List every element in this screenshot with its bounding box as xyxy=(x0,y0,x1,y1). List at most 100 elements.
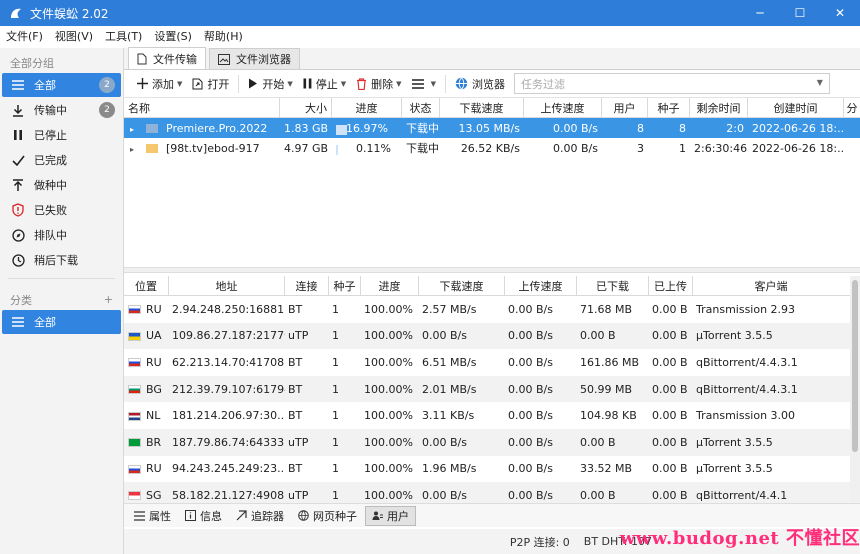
peer-down-speed: 3.11 KB/s xyxy=(422,409,475,423)
col-name[interactable]: 名称 xyxy=(124,98,280,117)
tab-peers[interactable]: 用户 xyxy=(365,505,416,526)
tab-file-transfer[interactable]: 文件传输 xyxy=(128,47,206,69)
col-users[interactable]: 用户 xyxy=(602,98,648,117)
task-row[interactable]: ▸ Premiere.Pro.2022 1.83 GB 16.97% 下载中 1… xyxy=(124,118,860,138)
close-button[interactable]: ✕ xyxy=(820,0,860,26)
peer-row[interactable]: BG 212.39.79.107:61794 BT 1 100.00% 2.01 MB/s… xyxy=(124,375,860,403)
sidebar-item-label: 排队中 xyxy=(34,229,67,242)
peer-client: Transmission 3.00 xyxy=(696,409,796,423)
col-client[interactable]: 客户端 xyxy=(693,276,849,295)
tab-trackers[interactable]: 追踪器 xyxy=(230,506,290,526)
add-button[interactable]: 添加 ▼ xyxy=(132,72,187,96)
open-button[interactable]: 打开 xyxy=(187,72,234,96)
col-seed[interactable]: 种子 xyxy=(329,276,361,295)
delete-button[interactable]: 删除 ▼ xyxy=(351,72,406,96)
tab-file-browser[interactable]: 文件浏览器 xyxy=(209,48,300,69)
peer-uploaded: 0.00 B xyxy=(652,409,688,423)
tab-web-seeds[interactable]: 网页种子 xyxy=(292,506,363,526)
menu-file[interactable]: 文件(F) xyxy=(0,26,49,48)
peer-table: 位置 地址 连接 种子 进度 下载速度 上传速度 已下载 已上传 客户端 RU 2… xyxy=(124,276,860,509)
sidebar-item-stopped[interactable]: 已停止 xyxy=(2,123,121,147)
delete-label: 删除 xyxy=(371,77,394,91)
task-size: 1.83 GB xyxy=(284,121,329,135)
maximize-button[interactable]: ☐ xyxy=(780,0,820,26)
task-status: 下载中 xyxy=(406,122,439,135)
menu-help[interactable]: 帮助(H) xyxy=(198,26,249,48)
sidebar-item-completed[interactable]: 已完成 xyxy=(2,148,121,172)
sidebar-item-queued[interactable]: 排队中 xyxy=(2,223,121,247)
minimize-button[interactable]: ─ xyxy=(740,0,780,26)
col-up-speed[interactable]: 上传速度 xyxy=(524,98,602,117)
sidebar-item-all[interactable]: 全部 2 xyxy=(2,73,121,97)
chevron-down-icon: ▼ xyxy=(287,79,293,88)
task-down-speed: 13.05 MB/s xyxy=(458,121,520,135)
p2p-connections: P2P 连接: 0 xyxy=(509,535,570,549)
country-code: BG xyxy=(146,382,162,396)
peer-seed: 1 xyxy=(332,435,339,449)
peer-scrollbar[interactable] xyxy=(850,276,860,502)
scrollbar-thumb[interactable] xyxy=(852,280,858,452)
peer-row[interactable]: NL 181.214.206.97:30... BT 1 100.00% 3.11 KB/… xyxy=(124,402,860,429)
peer-connection: BT xyxy=(288,409,303,423)
peer-progress: 100.00% xyxy=(364,409,413,423)
col-location[interactable]: 位置 xyxy=(124,276,169,295)
sidebar-item-seeding[interactable]: 做种中 xyxy=(2,173,121,197)
task-name: Premiere.Pro.2022 xyxy=(166,121,268,135)
chevron-down-icon[interactable]: ▼ xyxy=(817,78,823,87)
tab-properties[interactable]: 属性 xyxy=(128,506,177,526)
col-connection[interactable]: 连接 xyxy=(285,276,329,295)
expand-arrow-icon[interactable]: ▸ xyxy=(130,145,134,154)
col-created[interactable]: 创建时间 xyxy=(748,98,844,117)
play-icon xyxy=(248,78,258,89)
peer-row[interactable]: UA 109.86.27.187:21770 uTP 1 100.00% 0.00 B/s… xyxy=(124,322,860,350)
col-size[interactable]: 大小 xyxy=(280,98,332,117)
task-filter-input[interactable]: 任务过滤 ▼ xyxy=(513,73,830,94)
tab-info[interactable]: 信息 xyxy=(179,506,228,526)
sidebar-item-downloading[interactable]: 传输中 2 xyxy=(2,98,121,122)
col-up-speed[interactable]: 上传速度 xyxy=(505,276,577,295)
country-code: RU xyxy=(146,462,162,476)
col-down-speed[interactable]: 下载速度 xyxy=(440,98,524,117)
sidebar-category-all[interactable]: 全部 xyxy=(2,310,121,334)
menu-view[interactable]: 视图(V) xyxy=(49,26,99,48)
peer-progress: 100.00% xyxy=(364,488,413,502)
task-up-speed: 0.00 B/s xyxy=(553,141,598,155)
col-progress[interactable]: 进度 xyxy=(361,276,419,295)
browser-button[interactable]: 浏览器 xyxy=(450,72,510,96)
peer-address: 94.243.245.249:23... xyxy=(172,462,285,476)
start-button[interactable]: 开始 ▼ xyxy=(243,72,297,96)
col-address[interactable]: 地址 xyxy=(169,276,285,295)
flag-ru-icon xyxy=(128,464,141,474)
peer-row[interactable]: RU 94.243.245.249:23... BT 1 100.00% 1.96 MB/… xyxy=(124,456,860,483)
task-row[interactable]: ▸ [98t.tv]ebod-917 4.97 GB 0.11% 下载中 26.… xyxy=(124,138,860,158)
more-menu-button[interactable]: ▼ xyxy=(407,72,441,96)
sidebar-item-later[interactable]: 稍后下载 xyxy=(2,248,121,272)
menu-tools[interactable]: 工具(T) xyxy=(99,26,148,48)
col-down-speed[interactable]: 下载速度 xyxy=(419,276,505,295)
col-status[interactable]: 状态 xyxy=(402,98,440,117)
peer-location: RU xyxy=(124,303,169,316)
expand-arrow-icon[interactable]: ▸ xyxy=(130,125,134,134)
col-uploaded[interactable]: 已上传 xyxy=(649,276,693,295)
sidebar-item-failed[interactable]: 已失败 xyxy=(2,198,121,222)
peer-downloaded: 0.00 B xyxy=(580,329,616,343)
panel-splitter[interactable] xyxy=(124,267,860,273)
peer-up-speed: 0.00 B/s xyxy=(508,382,553,396)
peer-row[interactable]: RU 62.213.14.70:41708 BT 1 100.00% 6.51 MB/s 0… xyxy=(124,349,860,376)
menu-settings[interactable]: 设置(S) xyxy=(148,26,198,48)
peer-location: UA xyxy=(124,329,169,342)
stop-button[interactable]: 停止 ▼ xyxy=(298,72,351,96)
col-seeds[interactable]: 种子 xyxy=(648,98,690,117)
peer-uploaded: 0.00 B xyxy=(652,355,688,369)
col-downloaded[interactable]: 已下载 xyxy=(577,276,649,295)
tab-bar: 文件传输 文件浏览器 xyxy=(124,47,860,70)
peer-row[interactable]: RU 2.94.248.250:16881 BT 1 100.00% 2.57 MB/s 0… xyxy=(124,296,860,323)
col-eta[interactable]: 剩余时间 xyxy=(690,98,748,117)
peer-downloaded: 0.00 B xyxy=(580,435,616,449)
sidebar-item-label: 已失败 xyxy=(34,204,67,217)
col-category[interactable]: 分 xyxy=(844,98,860,117)
task-name-cell: ▸ Premiere.Pro.2022 xyxy=(124,122,280,135)
peer-row[interactable]: BR 187.79.86.74:64333 uTP 1 100.00% 0.00 B/s 0… xyxy=(124,428,860,456)
col-progress[interactable]: 进度 xyxy=(332,98,402,117)
add-category-button[interactable]: + xyxy=(104,293,113,306)
